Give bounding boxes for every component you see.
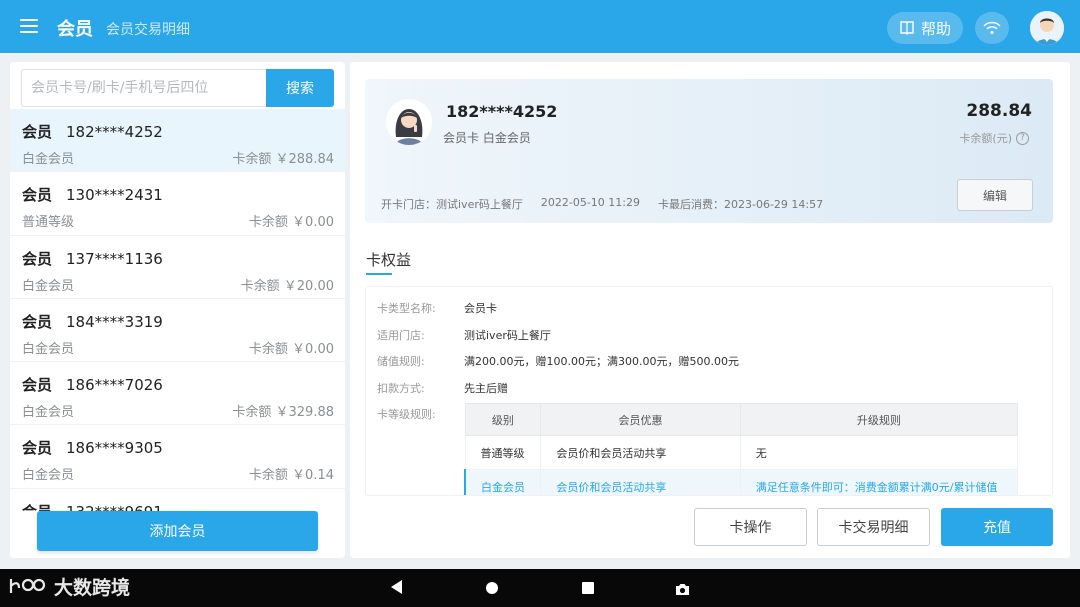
member-balance: 卡余额 ￥0.00	[248, 341, 334, 357]
card-transactions-button[interactable]: 卡交易明细	[817, 508, 930, 546]
system-nav-bar	[0, 569, 1080, 607]
member-phone: 186****7026	[66, 376, 163, 395]
member-type: 会员	[22, 312, 53, 331]
book-icon	[900, 21, 914, 35]
card-meta: 开卡门店：测试iver码上餐厅 2022-05-10 11:29 卡最后消费：2…	[381, 196, 823, 212]
card-phone: 182****4252	[446, 102, 558, 121]
top-bar: 会员 会员交易明细 帮助	[0, 0, 1080, 53]
benefit-row: 扣款方式: 先主后赠	[377, 382, 508, 395]
search-button[interactable]: 搜索	[266, 69, 334, 107]
user-avatar[interactable]	[1030, 11, 1064, 45]
menu-icon[interactable]	[20, 19, 38, 33]
add-member-button[interactable]: 添加会员	[37, 511, 318, 551]
member-type: 会员	[22, 439, 53, 458]
table-row: 普通等级 会员价和会员活动共享 无	[464, 435, 1019, 470]
member-list: 会员 182****4252 白金会员 卡余额 ￥288.84 会员 130****2…	[10, 109, 345, 511]
member-balance: 卡余额 ￥288.84	[232, 152, 334, 167]
member-level: 普通等级	[22, 215, 75, 231]
member-level: 白金会员	[22, 341, 75, 357]
list-item[interactable]: 会员 182****4252 白金会员 卡余额 ￥288.84	[10, 109, 345, 173]
recharge-button[interactable]: 充值	[941, 508, 1053, 546]
member-level: 白金会员	[22, 278, 75, 294]
card-type: 会员卡 白金会员	[443, 131, 531, 145]
list-item[interactable]: 会员 130****2431 普通等级 卡余额 ￥0.00	[10, 172, 345, 236]
question-icon[interactable]: ?	[1016, 131, 1029, 145]
member-balance: 卡余额 ￥0.00	[248, 215, 334, 231]
last-consume: 卡最后消费：2023-06-29 14:57	[657, 198, 824, 211]
camera-icon[interactable]	[675, 581, 690, 600]
page-title: 会员	[57, 19, 93, 40]
wifi-icon	[983, 21, 1001, 34]
member-balance: 卡余额 ￥0.14	[248, 468, 334, 484]
list-item[interactable]: 会员 186****7026 白金会员 卡余额 ￥329.88	[10, 362, 345, 426]
benefits-title: 卡权益	[366, 251, 412, 269]
member-phone: 182****4252	[66, 123, 163, 141]
detail-panel: 182****4252 会员卡 白金会员 288.84 卡余额(元) ? 开卡门…	[350, 62, 1070, 558]
wifi-button[interactable]	[975, 12, 1009, 44]
card-operation-button[interactable]: 卡操作	[694, 508, 807, 546]
member-type: 会员	[22, 186, 53, 205]
recent-apps-icon[interactable]	[582, 582, 594, 594]
member-phone: 184****3319	[66, 312, 163, 331]
page-subtitle[interactable]: 会员交易明细	[106, 19, 190, 39]
member-type: 会员	[22, 249, 53, 268]
card-balance-label: 卡余额(元) ?	[959, 130, 1029, 146]
title-underline	[366, 273, 392, 275]
watermark-logo-icon	[9, 578, 46, 593]
table-header: 升级规则	[739, 403, 1019, 436]
search-input[interactable]	[21, 69, 267, 107]
benefit-row: 卡类型名称: 会员卡	[377, 302, 497, 315]
member-card: 182****4252 会员卡 白金会员 288.84 卡余额(元) ? 开卡门…	[365, 79, 1053, 223]
help-label: 帮助	[920, 19, 951, 38]
list-item[interactable]: 会员 137****1136 白金会员 卡余额 ￥20.00	[10, 236, 345, 299]
table-row: 白金会员 会员价和会员活动共享 满足任意条件即可：消费金额累计满0元/累计储值	[464, 469, 1019, 495]
member-phone: 130****2431	[66, 186, 163, 205]
balance-label-text: 卡余额(元)	[959, 132, 1012, 145]
watermark: 大数跨境	[8, 573, 130, 600]
edit-button[interactable]: 编辑	[957, 179, 1033, 211]
benefit-row: 储值规则: 满200.00元，赠100.00元；满300.00元，赠500.00元	[377, 355, 739, 368]
member-avatar	[386, 99, 432, 145]
list-item[interactable]: 会员 184****3319 白金会员 卡余额 ￥0.00	[10, 299, 345, 363]
open-time: 2022-05-10 11:29	[540, 196, 640, 209]
member-level: 白金会员	[22, 152, 75, 167]
member-phone: 132****9691	[66, 503, 163, 511]
benefit-row: 卡等级规则:	[377, 408, 436, 421]
member-phone: 186****9305	[66, 439, 163, 458]
member-balance: 卡余额 ￥329.88	[232, 405, 334, 421]
table-header: 会员优惠	[540, 403, 741, 436]
member-type: 会员	[22, 123, 53, 141]
help-button[interactable]: 帮助	[887, 12, 963, 44]
member-panel: 搜索 会员 182****4252 白金会员 卡余额 ￥288.84 会员 130**…	[10, 62, 345, 558]
back-icon[interactable]	[391, 580, 402, 594]
level-table: 级别 会员优惠 升级规则 普通等级 会员价和会员活动共享 无 白金会员 会员价和…	[464, 403, 1019, 495]
member-level: 白金会员	[22, 405, 75, 421]
member-balance: 卡余额 ￥20.00	[240, 278, 334, 294]
member-type: 会员	[22, 503, 52, 511]
member-phone: 137****1136	[66, 249, 163, 268]
member-level: 白金会员	[22, 468, 75, 484]
home-icon[interactable]	[486, 582, 498, 594]
benefit-row: 适用门店: 测试iver码上餐厅	[377, 329, 551, 342]
card-balance: 288.84	[966, 101, 1032, 121]
table-header: 级别	[464, 403, 542, 436]
list-item[interactable]: 会员 132****9691	[10, 489, 345, 511]
benefits-box: 卡类型名称: 会员卡 适用门店: 测试iver码上餐厅 储值规则: 满200.00元，…	[365, 286, 1053, 496]
list-item[interactable]: 会员 186****9305 白金会员 卡余额 ￥0.14	[10, 425, 345, 489]
watermark-text: 大数跨境	[54, 577, 131, 599]
member-type: 会员	[22, 376, 53, 395]
open-store: 开卡门店：测试iver码上餐厅	[381, 198, 523, 211]
